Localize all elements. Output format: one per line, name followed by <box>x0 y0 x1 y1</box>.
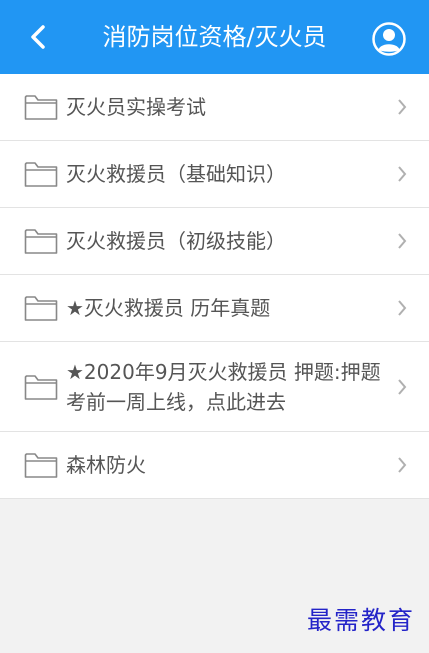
list-item-label: ★灭火救援员 历年真题 <box>66 296 271 320</box>
folder-icon <box>24 95 58 120</box>
folder-icon <box>24 296 58 321</box>
chevron-right-icon <box>398 233 407 249</box>
list-item-junior-skills[interactable]: 灭火救援员（初级技能） <box>0 208 429 275</box>
list-item-label: 灭火救援员（初级技能） <box>66 229 286 253</box>
folder-icon <box>24 162 58 187</box>
list-item-label: 灭火员实操考试 <box>66 95 206 119</box>
list-item-predicted-questions[interactable]: ★2020年9月灭火救援员 押题:押题考前一周上线，点此进去 <box>0 342 429 432</box>
folder-icon <box>24 374 58 400</box>
chevron-right-icon <box>398 166 407 182</box>
category-list: 灭火员实操考试 灭火救援员（基础知识） 灭火救援员（初级技能） ★灭火救援员 历… <box>0 74 429 499</box>
back-button[interactable] <box>20 19 56 55</box>
folder-icon <box>24 453 58 478</box>
user-avatar-icon <box>372 22 406 56</box>
chevron-left-icon <box>31 25 45 49</box>
user-button[interactable] <box>371 21 407 57</box>
chevron-right-icon <box>398 300 407 316</box>
list-item-label: 森林防火 <box>66 453 146 477</box>
folder-icon <box>24 229 58 254</box>
list-item-basic-knowledge[interactable]: 灭火救援员（基础知识） <box>0 141 429 208</box>
app-header: 消防岗位资格/灭火员 <box>0 0 429 74</box>
chevron-right-icon <box>398 99 407 115</box>
list-item-label: 灭火救援员（基础知识） <box>66 162 286 186</box>
chevron-right-icon <box>398 457 407 473</box>
page-title: 消防岗位资格/灭火员 <box>102 23 327 51</box>
list-item-practical-exam[interactable]: 灭火员实操考试 <box>0 74 429 141</box>
chevron-right-icon <box>398 378 407 395</box>
list-item-forest-fire[interactable]: 森林防火 <box>0 432 429 498</box>
list-item-label: ★2020年9月灭火救援员 押题:押题考前一周上线，点此进去 <box>66 359 381 414</box>
list-item-past-exams[interactable]: ★灭火救援员 历年真题 <box>0 275 429 342</box>
watermark: 最需教育 <box>306 606 415 635</box>
